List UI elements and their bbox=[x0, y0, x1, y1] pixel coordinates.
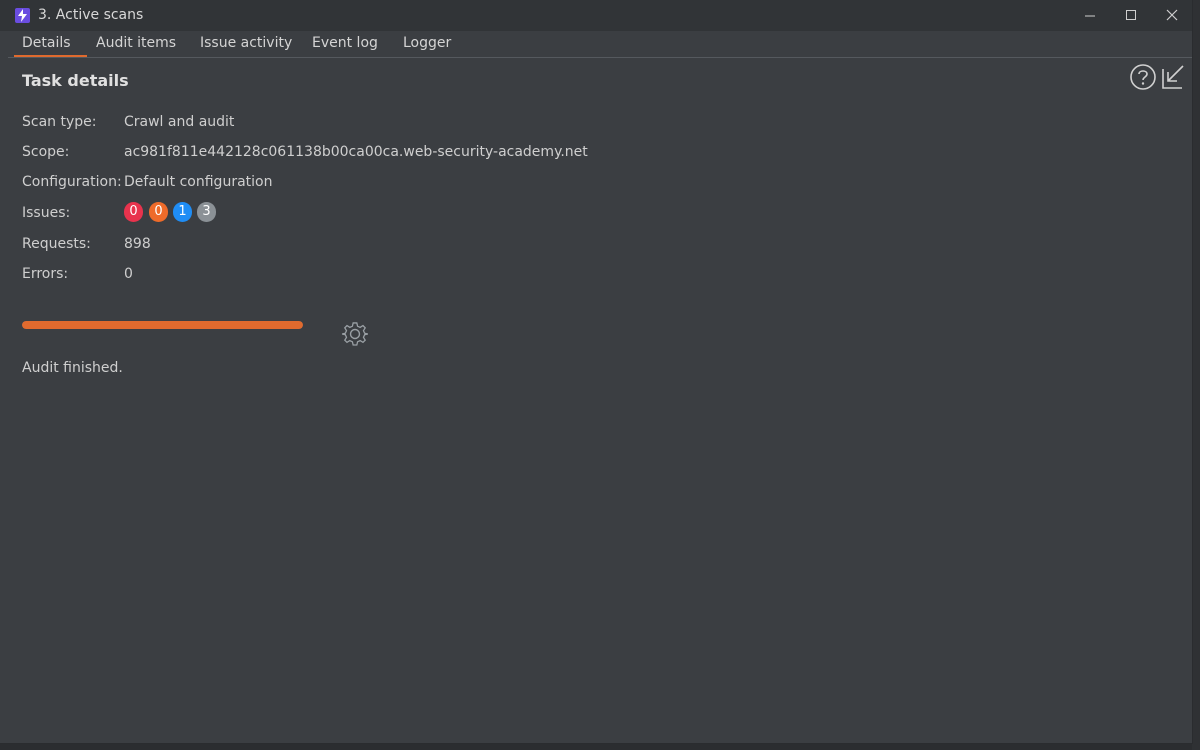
scan-progress-bar bbox=[22, 321, 303, 329]
errors-value: 0 bbox=[124, 266, 133, 282]
minimize-icon bbox=[1085, 15, 1095, 17]
window-title: 3. Active scans bbox=[38, 7, 144, 23]
tab-issue-activity[interactable]: Issue activity bbox=[200, 35, 292, 57]
medium-issues-badge[interactable]: 0 bbox=[149, 202, 168, 222]
maximize-button[interactable] bbox=[1116, 5, 1146, 25]
tab-audit-items[interactable]: Audit items bbox=[96, 35, 176, 57]
low-issues-badge[interactable]: 1 bbox=[173, 202, 192, 222]
help-icon[interactable] bbox=[1129, 63, 1157, 91]
tab-event-log[interactable]: Event log bbox=[312, 35, 378, 57]
tab-details[interactable]: Details bbox=[14, 35, 86, 57]
scope-value: ac981f811e442128c061138b00ca00ca.web-sec… bbox=[124, 144, 588, 160]
errors-label: Errors: bbox=[22, 266, 69, 282]
app-icon bbox=[15, 8, 30, 23]
details-panel: Task details Scan type: Crawl and audit … bbox=[8, 58, 1192, 742]
minimize-button[interactable] bbox=[1075, 5, 1105, 25]
gear-icon[interactable] bbox=[341, 320, 369, 348]
requests-value: 898 bbox=[124, 236, 151, 252]
configuration-value: Default configuration bbox=[124, 174, 273, 190]
background-app-edge bbox=[1192, 0, 1200, 750]
close-icon bbox=[1166, 9, 1178, 21]
info-issues-badge[interactable]: 3 bbox=[197, 202, 216, 222]
configuration-label: Configuration: bbox=[22, 174, 122, 190]
issues-label: Issues: bbox=[22, 205, 71, 221]
tab-bar: Details Audit items Issue activity Event… bbox=[8, 31, 1192, 58]
title-bar: 3. Active scans bbox=[0, 0, 1192, 31]
page-title: Task details bbox=[22, 71, 129, 90]
active-scans-window: 3. Active scans Details Audit items Issu… bbox=[0, 0, 1193, 744]
popout-icon[interactable] bbox=[1160, 63, 1186, 91]
close-button[interactable] bbox=[1157, 5, 1187, 25]
scan-progress-fill bbox=[22, 321, 303, 329]
scope-label: Scope: bbox=[22, 144, 70, 160]
scan-type-value: Crawl and audit bbox=[124, 114, 235, 130]
high-issues-badge[interactable]: 0 bbox=[124, 202, 143, 222]
scan-status: Audit finished. bbox=[22, 360, 123, 376]
maximize-icon bbox=[1126, 10, 1136, 20]
tab-logger[interactable]: Logger bbox=[403, 35, 451, 57]
requests-label: Requests: bbox=[22, 236, 91, 252]
scan-type-label: Scan type: bbox=[22, 114, 97, 130]
